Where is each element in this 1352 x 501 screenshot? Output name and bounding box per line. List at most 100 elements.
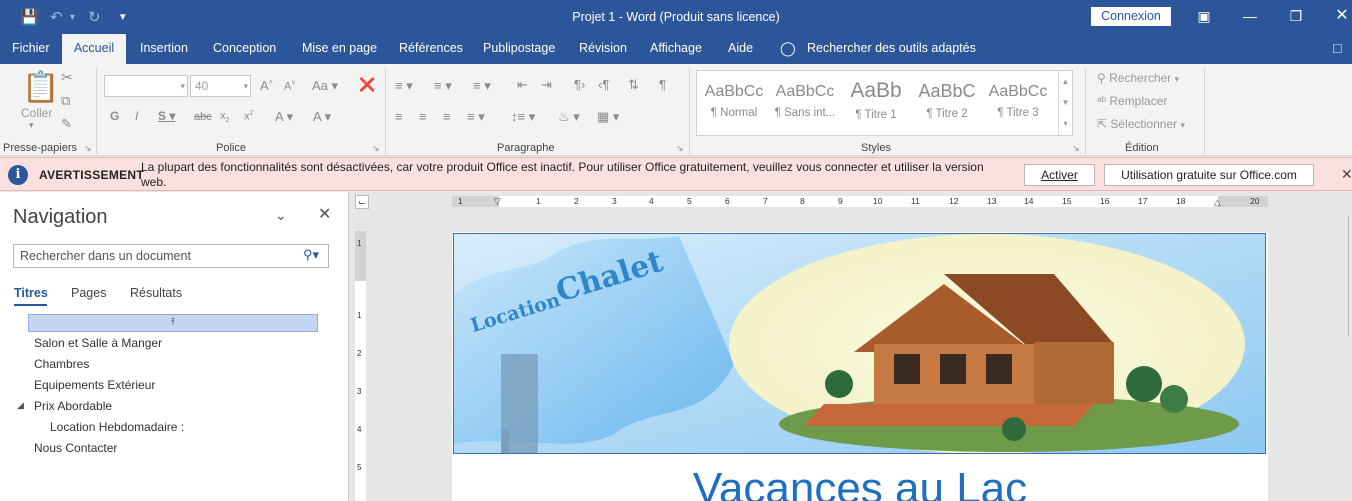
text-effects-icon[interactable]: A ▾ (275, 109, 293, 125)
heading-item[interactable]: Nous Contacter (34, 441, 117, 455)
tab-pages[interactable]: Pages (71, 286, 106, 300)
right-indent-marker-icon[interactable]: △ (1214, 197, 1221, 207)
tab-publipostage[interactable]: Publipostage (483, 34, 555, 64)
maximize-icon[interactable]: ❐ (1284, 6, 1308, 26)
underline-icon[interactable]: S ▾ (158, 109, 175, 123)
cut-icon[interactable]: ✂ (61, 69, 73, 86)
heading-item[interactable]: Salon et Salle à Manger (34, 336, 162, 350)
tab-titres[interactable]: Titres (14, 286, 48, 300)
increase-indent-icon[interactable]: ⇥ (541, 77, 552, 93)
shrink-font-icon[interactable]: A˅ (284, 80, 295, 93)
borders-icon[interactable]: ▦ ▾ (597, 109, 619, 125)
close-icon[interactable]: ✕ (1341, 166, 1352, 183)
tab-accueil[interactable]: Accueil (62, 34, 126, 64)
sign-in-button[interactable]: Connexion (1091, 7, 1171, 26)
heading-item[interactable]: Chambres (34, 357, 89, 371)
strikethrough-icon[interactable]: abc (194, 111, 212, 123)
ruler-number: 1 (536, 196, 541, 206)
bullets-icon[interactable]: ≡ ▾ (395, 78, 413, 94)
change-case-icon[interactable]: Aa ▾ (312, 78, 338, 94)
clipboard-launcher-icon[interactable]: ↘ (84, 143, 92, 154)
bold-icon[interactable]: G (110, 109, 119, 123)
align-left-icon[interactable]: ≡ (395, 109, 403, 124)
shading-icon[interactable]: ♨ ▾ (558, 109, 580, 125)
justify-icon[interactable]: ≡ ▾ (467, 109, 485, 125)
line-spacing-icon[interactable]: ↕≡ ▾ (511, 109, 535, 125)
font-color-icon[interactable]: A ▾ (313, 109, 331, 125)
vertical-scrollbar[interactable] (1348, 216, 1352, 336)
tab-insertion[interactable]: Insertion (140, 34, 188, 64)
tab-references[interactable]: Références (399, 34, 463, 64)
document-heading[interactable]: Vacances au Lac (452, 464, 1268, 501)
style-preview: AaBbCc (988, 83, 1048, 100)
tab-conception[interactable]: Conception (213, 34, 276, 64)
styles-scrollbar[interactable]: ▲ ▼ ▾ (1058, 71, 1072, 135)
font-name-dropdown[interactable]: ▾ (104, 75, 188, 97)
paste-label[interactable]: Coller (21, 106, 52, 120)
find-button[interactable]: ⚲ Rechercher ▾ (1097, 71, 1179, 85)
replace-button[interactable]: ᵃᵇ Remplacer (1097, 94, 1167, 108)
heading-item[interactable]: Equipements Extérieur (34, 378, 155, 392)
tab-revision[interactable]: Révision (579, 34, 627, 64)
more-styles-icon[interactable]: ▾ (1059, 113, 1072, 134)
expand-triangle-icon[interactable]: ◢ (17, 400, 24, 411)
numbering-icon[interactable]: ≡ ▾ (434, 78, 452, 94)
close-window-icon[interactable]: ✕ (1330, 6, 1352, 26)
font-launcher-icon[interactable]: ↘ (372, 143, 380, 154)
tab-fichier[interactable]: Fichier (12, 34, 50, 64)
align-right-icon[interactable]: ≡ (443, 109, 451, 124)
rtl-icon[interactable]: ‹¶ (598, 77, 609, 92)
comments-icon[interactable]: □ (1333, 34, 1341, 64)
activate-button[interactable]: Activer (1024, 164, 1095, 186)
tab-mise-en-page[interactable]: Mise en page (302, 34, 377, 64)
scroll-down-icon[interactable]: ▼ (1059, 92, 1072, 113)
superscript-icon[interactable]: x2 (244, 110, 253, 123)
close-icon[interactable]: ✕ (318, 204, 331, 224)
heading-item[interactable]: Location Hebdomadaire : (50, 420, 184, 434)
heading-item[interactable]: Prix Abordable (34, 399, 112, 413)
align-center-icon[interactable]: ≡ (419, 109, 427, 124)
clear-formatting-icon[interactable]: ❌ (359, 77, 375, 93)
styles-launcher-icon[interactable]: ↘ (1072, 143, 1080, 154)
format-painter-icon[interactable]: ✎ (61, 116, 72, 132)
tab-selector[interactable]: ⌙ (355, 195, 369, 209)
tell-me-search[interactable]: Rechercher des outils adaptés (807, 34, 976, 64)
header-banner-image: Location Chalet (453, 233, 1266, 454)
italic-icon[interactable]: I (135, 109, 138, 123)
tab-resultats[interactable]: Résultats (130, 286, 182, 300)
ribbon-display-icon[interactable]: ▣ (1192, 6, 1216, 26)
style-heading-1[interactable]: AaBb ¶ Titre 1 (842, 73, 910, 133)
tab-aide[interactable]: Aide (728, 34, 753, 64)
vertical-ruler[interactable]: 1 1 2 3 4 5 (355, 231, 366, 501)
style-no-spacing[interactable]: AaBbCc ¶ Sans int... (771, 73, 839, 133)
show-formatting-icon[interactable]: ¶ (659, 77, 666, 92)
select-button[interactable]: ⇱ Sélectionner ▾ (1097, 117, 1185, 131)
paste-dropdown-icon[interactable]: ▾ (29, 120, 34, 131)
minimize-icon[interactable]: — (1238, 6, 1262, 26)
chevron-down-icon[interactable]: ⌄ (275, 207, 287, 224)
search-icon[interactable]: ⚲▾ (303, 247, 319, 263)
copy-icon[interactable]: ⧉ (61, 93, 70, 109)
decrease-indent-icon[interactable]: ⇤ (517, 77, 528, 93)
multilevel-list-icon[interactable]: ≡ ▾ (473, 78, 491, 94)
search-input[interactable] (14, 245, 298, 267)
grow-font-icon[interactable]: A˄ (260, 78, 273, 93)
document-page[interactable]: Location Chalet Vacances au Lac (452, 232, 1268, 501)
selected-heading-item[interactable]: ⤒ (28, 314, 318, 332)
font-size-dropdown[interactable]: 40 ▾ (190, 75, 251, 97)
style-name: ¶ Sans int... (774, 107, 836, 119)
horizontal-ruler[interactable]: 1 1 2 3 4 5 6 7 8 9 10 11 12 13 14 15 16… (452, 196, 1268, 207)
office-com-button[interactable]: Utilisation gratuite sur Office.com (1104, 164, 1314, 186)
tab-affichage[interactable]: Affichage (650, 34, 702, 64)
scroll-up-icon[interactable]: ▲ (1059, 71, 1072, 92)
style-normal[interactable]: AaBbCc ¶ Normal (700, 73, 768, 133)
style-heading-2[interactable]: AaBbC ¶ Titre 2 (913, 73, 981, 133)
clipboard-group-label: Presse-papiers (3, 142, 77, 154)
sort-icon[interactable]: ⇅ (628, 77, 639, 93)
paste-icon[interactable]: 📋 (22, 70, 59, 105)
ltr-icon[interactable]: ¶› (574, 77, 585, 92)
paragraph-launcher-icon[interactable]: ↘ (676, 143, 684, 154)
style-heading-3[interactable]: AaBbCc ¶ Titre 3 (984, 73, 1052, 133)
indent-marker-icon[interactable]: ▽ (494, 196, 501, 206)
subscript-icon[interactable]: x2 (220, 110, 229, 124)
